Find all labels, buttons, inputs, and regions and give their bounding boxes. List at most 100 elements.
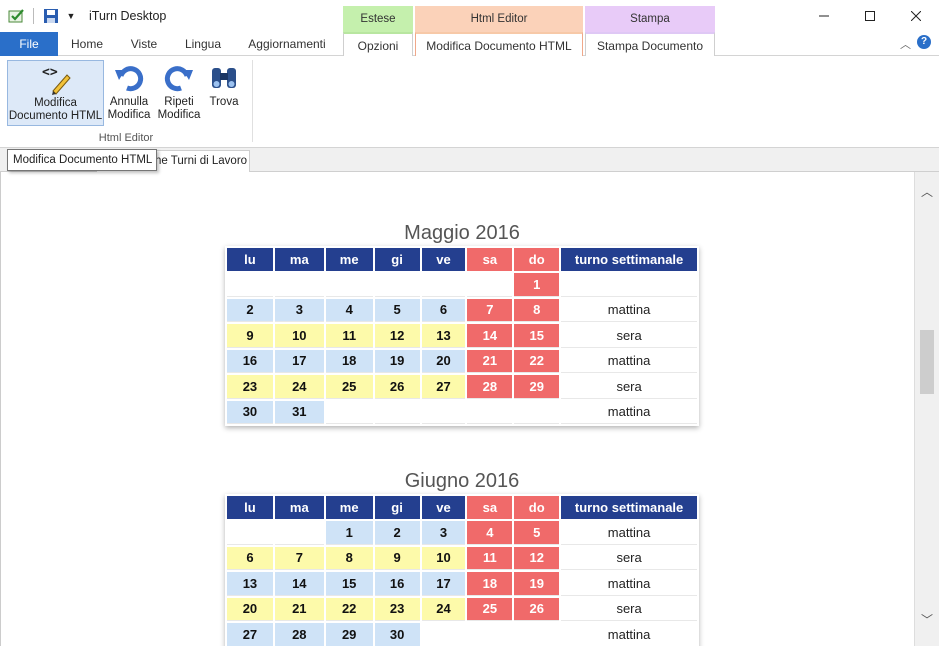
header-cell: me xyxy=(325,496,373,519)
day-cell: 14 xyxy=(274,572,324,596)
day-cell: 17 xyxy=(274,349,324,373)
ripeti-modifica-button[interactable]: Ripeti Modifica xyxy=(155,60,203,126)
header-cell: ma xyxy=(274,248,324,271)
day-cell: 8 xyxy=(325,546,373,570)
day-cell: 5 xyxy=(514,521,560,545)
day-cell: 26 xyxy=(374,375,420,399)
ribbon-group-separator xyxy=(252,60,253,142)
tab-opzioni[interactable]: Opzioni xyxy=(343,32,413,57)
month-maggio: Maggio 2016 lu ma me gi ve sa do turno settiman… xyxy=(225,220,699,426)
day-cell xyxy=(374,273,420,297)
tab-lingua[interactable]: Lingua xyxy=(178,32,228,56)
tab-viste[interactable]: Viste xyxy=(122,32,166,56)
calendar-header-row: lu ma me gi ve sa do turno settimanale xyxy=(227,248,697,271)
html-document-view[interactable]: Maggio 2016 lu ma me gi ve sa do turno settiman… xyxy=(0,172,914,646)
day-cell xyxy=(227,273,273,297)
day-cell: 15 xyxy=(514,324,560,348)
header-cell: turno settimanale xyxy=(561,496,697,519)
tab-modifica-documento-html[interactable]: Modifica Documento HTML xyxy=(415,32,583,57)
turno-cell: mattina xyxy=(561,401,697,424)
day-cell: 22 xyxy=(325,597,373,621)
trova-button[interactable]: Trova xyxy=(205,60,243,126)
table-row: 20 21 22 23 24 25 26 sera xyxy=(227,597,697,621)
ribbon-tab-bar: File Home Viste Lingua Aggiornamenti Opz… xyxy=(0,32,939,57)
calendar-table: lu ma me gi ve sa do turno settimanale 12345678… xyxy=(225,246,699,426)
day-cell xyxy=(467,273,513,297)
header-cell: turno settimanale xyxy=(561,248,697,271)
table-row: 13 14 15 16 17 18 19 mattina xyxy=(227,572,697,596)
day-cell: 24 xyxy=(274,375,324,399)
header-cell: gi xyxy=(374,248,420,271)
day-cell: 27 xyxy=(421,375,466,399)
help-icon[interactable]: ? xyxy=(917,35,931,49)
day-cell: 29 xyxy=(514,375,560,399)
app-check-icon[interactable] xyxy=(8,7,26,25)
day-cell: 24 xyxy=(421,597,466,621)
scrollbar-thumb[interactable] xyxy=(920,330,934,394)
day-cell xyxy=(421,273,466,297)
svg-text:<>: <> xyxy=(42,65,58,80)
turno-cell: mattina xyxy=(561,299,697,322)
tab-aggiornamenti[interactable]: Aggiornamenti xyxy=(241,32,333,56)
ripeti-label-2: Modifica xyxy=(157,109,201,121)
day-cell: 18 xyxy=(325,349,373,373)
app-title: iTurn Desktop xyxy=(89,9,167,23)
header-cell: sa xyxy=(467,248,513,271)
tab-home[interactable]: Home xyxy=(64,32,110,56)
day-cell: 12 xyxy=(514,546,560,570)
day-cell: 13 xyxy=(227,572,273,596)
day-cell: 1 xyxy=(514,273,560,297)
modifica-label-1: Modifica xyxy=(34,97,77,109)
day-cell: 4 xyxy=(467,521,513,545)
day-cell: 7 xyxy=(274,546,324,570)
maximize-button[interactable] xyxy=(847,0,893,32)
trova-label: Trova xyxy=(209,96,239,108)
turno-cell: sera xyxy=(561,547,697,570)
day-cell: 16 xyxy=(227,349,273,373)
table-row: 1 xyxy=(227,273,697,297)
day-cell xyxy=(227,521,273,545)
tab-stampa-documento[interactable]: Stampa Documento xyxy=(585,32,715,57)
day-cell: 3 xyxy=(421,521,466,545)
undo-icon xyxy=(106,60,152,96)
ribbon-group-label: Html Editor xyxy=(98,132,154,144)
header-cell: sa xyxy=(467,496,513,519)
annulla-modifica-button[interactable]: Annulla Modifica xyxy=(106,60,152,126)
header-cell: do xyxy=(514,496,560,519)
quick-access-separator xyxy=(33,8,34,24)
turno-cell: mattina xyxy=(561,521,697,545)
day-cell: 9 xyxy=(374,546,420,570)
title-bar: ▼ iTurn Desktop Estese Html Editor Stamp… xyxy=(0,0,939,32)
day-cell: 18 xyxy=(467,572,513,596)
day-cell: 28 xyxy=(467,375,513,399)
dropdown-icon[interactable]: ▼ xyxy=(62,7,80,25)
table-row: 6 7 8 9 10 11 12 sera xyxy=(227,546,697,570)
save-icon[interactable] xyxy=(42,7,60,25)
header-cell: do xyxy=(514,248,560,271)
turno-cell: mattina xyxy=(561,572,697,596)
header-cell: lu xyxy=(227,248,273,271)
day-cell: 9 xyxy=(227,324,273,348)
collapse-ribbon-icon[interactable]: ︿ xyxy=(900,36,911,52)
day-cell: 30 xyxy=(227,400,273,424)
minimize-button[interactable] xyxy=(801,0,847,32)
modifica-documento-html-button[interactable]: <> Modifica Documento HTML xyxy=(7,60,104,126)
scroll-up-icon[interactable]: ︿ xyxy=(915,182,939,202)
day-cell xyxy=(274,273,324,297)
day-cell xyxy=(374,401,420,424)
tab-file[interactable]: File xyxy=(0,32,58,56)
day-cell xyxy=(514,401,560,424)
day-cell: 5 xyxy=(374,298,420,322)
ripeti-label-1: Ripeti xyxy=(164,96,194,108)
close-button[interactable] xyxy=(893,0,939,32)
day-cell xyxy=(325,401,373,424)
vertical-scrollbar[interactable]: ︿ ﹀ xyxy=(914,172,939,646)
binoculars-icon xyxy=(205,60,243,96)
day-cell: 16 xyxy=(374,572,420,596)
scroll-down-icon[interactable]: ﹀ xyxy=(915,610,939,630)
modifica-label-2: Documento HTML xyxy=(8,110,103,122)
month-giugno: Giugno 2016 lu ma me gi ve sa do turno settiman… xyxy=(225,468,699,646)
day-cell: 31 xyxy=(274,400,324,424)
day-cell: 10 xyxy=(274,324,324,348)
day-cell: 23 xyxy=(227,375,273,399)
